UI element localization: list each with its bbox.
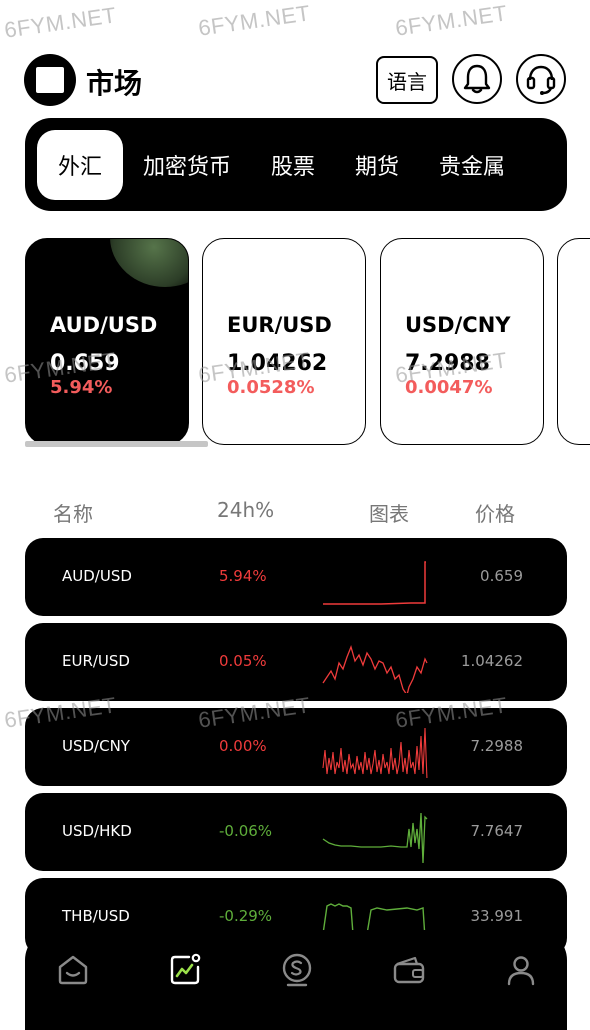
- sparkline-chart: [322, 812, 428, 863]
- market-row[interactable]: USD/HKD -0.06% 7.7647: [25, 793, 567, 871]
- sparkline-chart: [322, 644, 428, 693]
- row-pair: USD/HKD: [62, 822, 132, 840]
- nav-wallet[interactable]: [389, 950, 429, 990]
- row-pair: USD/CNY: [62, 737, 130, 755]
- watermark: 6FYM.NET: [2, 2, 118, 43]
- column-name: 名称: [53, 502, 93, 526]
- header: 市场 语言: [24, 52, 566, 108]
- featured-cards: AUD/USD 0.659 5.94% EUR/USD 1.04262 0.05…: [25, 238, 590, 448]
- tab-forex[interactable]: 外汇: [37, 129, 123, 200]
- tab-futures[interactable]: 期货: [335, 130, 419, 200]
- row-change: 5.94%: [219, 567, 267, 585]
- card-change: 5.94%: [50, 377, 113, 398]
- profile-icon: [507, 956, 535, 986]
- row-pair: THB/USD: [62, 907, 130, 925]
- row-price: 1.04262: [460, 652, 523, 670]
- app-logo: [24, 54, 76, 106]
- market-list-header: 名称 24h% 图表 价格: [0, 498, 590, 528]
- coin-icon: [282, 953, 312, 987]
- row-price: 7.2988: [470, 737, 524, 755]
- sparkline-chart: [322, 727, 428, 778]
- nav-profile[interactable]: [501, 950, 541, 990]
- bell-icon: [463, 64, 491, 94]
- column-change: 24h%: [217, 498, 275, 522]
- market-row[interactable]: USD/CNY 0.00% 7.2988: [25, 708, 567, 786]
- language-button[interactable]: 语言: [376, 56, 438, 104]
- row-pair: EUR/USD: [62, 652, 130, 670]
- tab-crypto[interactable]: 加密货币: [123, 130, 251, 200]
- row-change: -0.06%: [219, 822, 273, 840]
- watermark: 6FYM.NET: [196, 0, 312, 41]
- card-pair: AUD/USD: [50, 313, 158, 337]
- market-row[interactable]: EUR/USD 0.05% 1.04262: [25, 623, 567, 701]
- market-card-eur-usd[interactable]: EUR/USD 1.04262 0.0528%: [202, 238, 366, 445]
- row-price: 0.659: [480, 567, 523, 585]
- headset-icon: [526, 65, 556, 95]
- card-price: 7.2988: [405, 351, 490, 376]
- tab-stocks[interactable]: 股票: [251, 130, 335, 200]
- row-change: -0.29%: [219, 907, 273, 925]
- card-glow: [110, 239, 188, 287]
- row-price: 7.7647: [470, 822, 524, 840]
- card-price: 1.04262: [227, 351, 328, 376]
- card-pair: USD/CNY: [405, 313, 511, 337]
- bottom-nav: [25, 930, 567, 1030]
- card-price: 0.659: [50, 351, 120, 376]
- row-pair: AUD/USD: [62, 567, 132, 585]
- category-tabs: 外汇 加密货币 股票 期货 贵金属: [25, 118, 567, 211]
- card-change: 0.0528%: [227, 377, 315, 398]
- market-icon: [170, 953, 201, 985]
- notification-button[interactable]: [452, 54, 502, 104]
- support-button[interactable]: [516, 54, 566, 104]
- nav-market[interactable]: [165, 950, 205, 990]
- page-title: 市场: [86, 67, 143, 100]
- row-change: 0.05%: [219, 652, 267, 670]
- market-card-partial[interactable]: [557, 238, 590, 445]
- row-change: 0.00%: [219, 737, 267, 755]
- card-pair: EUR/USD: [227, 313, 332, 337]
- watermark: 6FYM.NET: [393, 0, 509, 41]
- nav-home[interactable]: [53, 950, 93, 990]
- home-icon: [58, 955, 88, 985]
- row-price: 33.991: [470, 907, 524, 925]
- cards-scroll-indicator: [25, 441, 208, 447]
- market-card-usd-cny[interactable]: USD/CNY 7.2988 0.0047%: [380, 238, 544, 445]
- nav-trade[interactable]: [277, 950, 317, 990]
- market-card-aud-usd[interactable]: AUD/USD 0.659 5.94%: [25, 238, 189, 445]
- market-row[interactable]: AUD/USD 5.94% 0.659: [25, 538, 567, 616]
- tab-metals[interactable]: 贵金属: [419, 130, 525, 200]
- column-price: 价格: [475, 502, 515, 526]
- card-change: 0.0047%: [405, 377, 493, 398]
- column-chart: 图表: [369, 502, 409, 526]
- sparkline-chart: [323, 561, 426, 605]
- wallet-icon: [393, 956, 425, 984]
